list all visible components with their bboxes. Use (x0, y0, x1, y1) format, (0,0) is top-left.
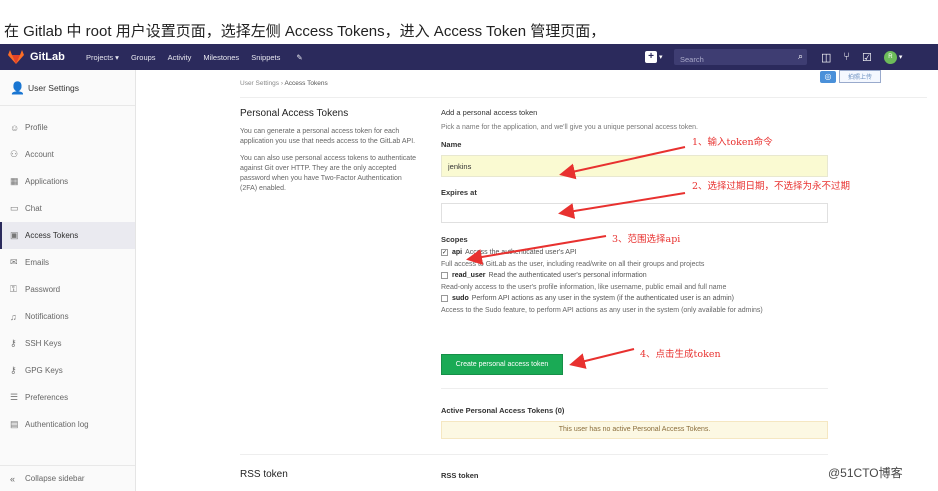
arrow-to-api (466, 235, 607, 265)
watermark: @51CTO博客 (828, 466, 903, 480)
arrow-to-create (569, 348, 635, 369)
annotation-4: 4、点击生成token (640, 349, 721, 360)
arrow-to-expires (558, 192, 686, 219)
annotation-3: 3、范围选择api (612, 234, 681, 245)
annotation-arrows (466, 146, 686, 369)
annotation-1: 1、输入token命令 (692, 137, 773, 148)
annotation-2: 2、选择过期日期，不选择为永不过期 (692, 181, 851, 192)
arrow-to-name (559, 146, 686, 180)
